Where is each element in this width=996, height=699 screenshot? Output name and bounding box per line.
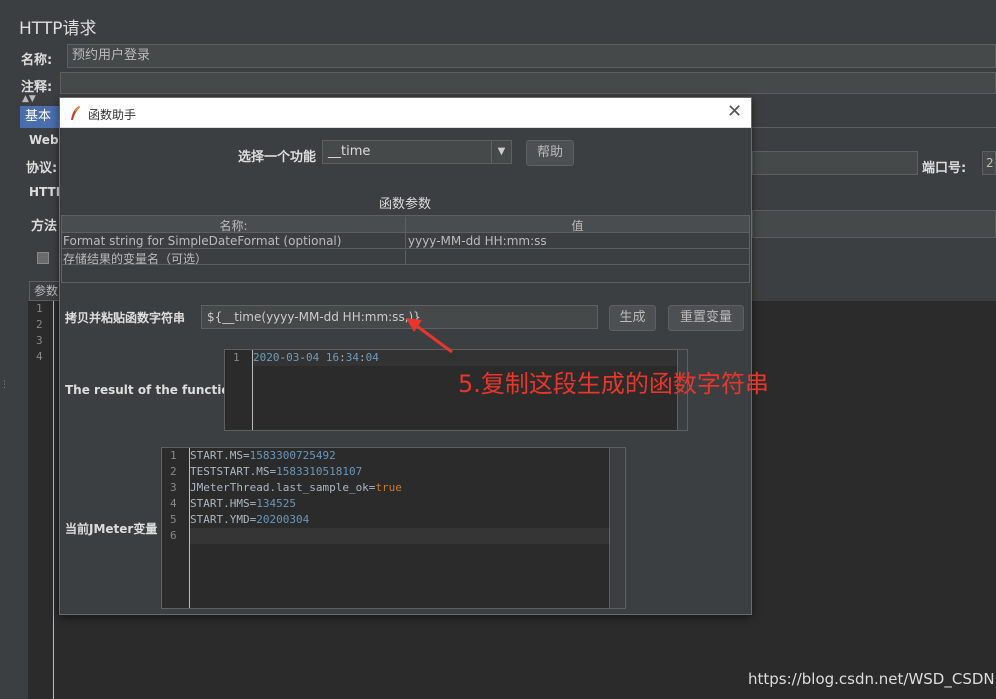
select-function-label: 选择一个功能 — [238, 150, 317, 165]
result-gutter: 1 — [225, 350, 253, 430]
code-token: TESTSTART.MS= — [190, 465, 277, 478]
vars-gutter: 1 2 3 4 5 6 — [162, 448, 190, 608]
line-number: 4 — [36, 350, 43, 363]
annotation-arrow — [406, 318, 453, 354]
line-number: 1 — [36, 302, 43, 315]
collapse-arrows-icon[interactable]: ▲▼ — [22, 94, 36, 104]
jmeter-feather-icon — [71, 105, 80, 120]
generate-button[interactable]: 生成 — [609, 305, 656, 331]
line-number: 1 — [170, 449, 177, 462]
protocol-label: 协议: — [26, 161, 58, 176]
code-token: JMeterThread.last_sample_ok= — [190, 481, 376, 494]
left-splitter[interactable]: ⋮ — [0, 380, 9, 390]
table-header: 名称: 值 — [62, 216, 749, 234]
jmeter-variables-label: 当前JMeter变量 — [65, 522, 158, 536]
annotation-text: 5.复制这段生成的函数字符串 — [458, 370, 769, 398]
tab-basic[interactable]: 基本 — [20, 106, 60, 128]
code-token: START.MS= — [190, 449, 250, 462]
params-tab-label: 参数 — [34, 284, 59, 298]
vars-code[interactable]: START.MS=1583300725492 TESTSTART.MS=15833… — [190, 448, 609, 544]
copy-function-label: 拷贝并粘贴函数字符串 — [65, 311, 186, 325]
code-line[interactable] — [190, 528, 609, 544]
comment-input[interactable] — [60, 72, 996, 94]
watermark: https://blog.csdn.net/WSD_CSDN — [748, 670, 995, 688]
page-title: HTTP请求 — [19, 19, 97, 39]
table-cell[interactable]: yyyy-MM-dd HH:mm:ss — [408, 234, 748, 248]
comment-label: 注释: — [21, 80, 53, 95]
code-token: 1583300725492 — [249, 449, 336, 462]
code-line[interactable]: START.YMD=20200304 — [190, 512, 609, 528]
line-number: 1 — [233, 351, 240, 364]
dialog-titlebar[interactable]: 函数助手 ✕ — [60, 98, 751, 128]
vars-scrollbar[interactable] — [609, 448, 625, 608]
close-icon[interactable]: ✕ — [727, 102, 742, 122]
line-number: 3 — [36, 334, 43, 347]
function-select[interactable]: __time ▼ — [322, 140, 512, 164]
code-token: START.HMS= — [190, 497, 257, 510]
jmeter-variables-editor[interactable]: 123456 START.MS=1583300725492 TESTSTART.M… — [161, 447, 626, 609]
code-line[interactable]: START.HMS=134525 — [190, 496, 609, 512]
column-header-value[interactable]: 值 — [406, 217, 749, 234]
code-token: 1583310518107 — [276, 465, 363, 478]
params-tab[interactable]: 参数 — [29, 281, 61, 301]
line-number: 6 — [170, 529, 177, 542]
line-number: 3 — [170, 481, 177, 494]
params-table: 名称: 值 Format string for SimpleDateFormat… — [61, 215, 750, 283]
table-row[interactable]: 存储结果的变量名（可选） — [62, 249, 749, 266]
port-label: 端口号: — [922, 161, 967, 176]
reset-variables-button[interactable]: 重置变量 — [668, 305, 744, 331]
code-token: 134525 — [256, 497, 296, 510]
method-label: 方法 — [31, 219, 58, 234]
code-token: START.YMD= — [190, 513, 257, 526]
port-input[interactable]: 2 — [982, 151, 996, 175]
server-input[interactable] — [752, 151, 918, 175]
path-input[interactable] — [752, 210, 996, 238]
function-select-value: __time — [328, 144, 371, 159]
body-editor-gutter: 1 2 3 4 — [28, 301, 54, 699]
name-label: 名称: — [21, 53, 53, 68]
checkbox[interactable] — [37, 252, 49, 264]
tab-basic-label: 基本 — [25, 109, 52, 124]
name-input[interactable]: 预约用户登录 — [67, 44, 996, 68]
line-number: 2 — [36, 318, 43, 331]
help-button[interactable]: 帮助 — [526, 140, 574, 166]
table-row[interactable]: Format string for SimpleDateFormat (opti… — [62, 233, 749, 249]
web-label: Web — [29, 133, 59, 147]
table-cell[interactable]: 存储结果的变量名（可选） — [63, 250, 406, 266]
line-number: 4 — [170, 497, 177, 510]
code-token: 20200304 — [256, 513, 310, 526]
column-header-name[interactable]: 名称: — [62, 217, 406, 234]
dialog-title: 函数助手 — [88, 108, 137, 122]
chevron-down-icon[interactable]: ▼ — [491, 141, 511, 163]
params-title: 函数参数 — [379, 197, 432, 212]
line-number: 5 — [170, 513, 177, 526]
code-line[interactable]: START.MS=1583300725492 — [190, 448, 609, 464]
line-number: 2 — [170, 465, 177, 478]
code-line[interactable]: JMeterThread.last_sample_ok=true — [190, 480, 609, 496]
code-token: true — [375, 481, 402, 494]
table-cell[interactable]: Format string for SimpleDateFormat (opti… — [63, 234, 406, 249]
code-line[interactable]: TESTSTART.MS=1583310518107 — [190, 464, 609, 480]
